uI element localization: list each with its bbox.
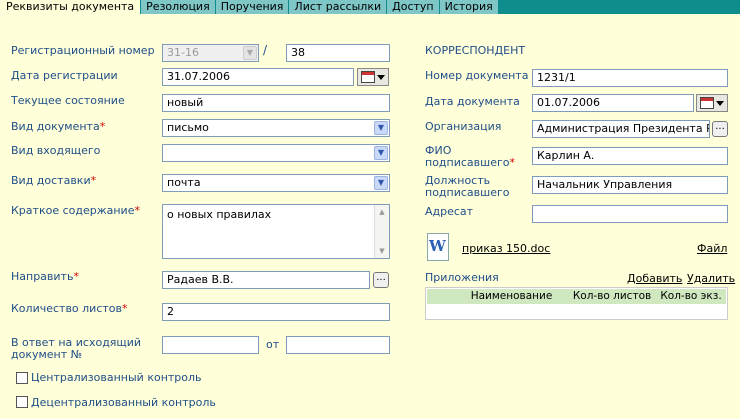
org-select-button[interactable]: ...	[712, 121, 728, 137]
reply-from-label: от	[266, 338, 280, 351]
doc-number-label: Номер документа	[425, 69, 529, 82]
tab-history[interactable]: История	[439, 0, 499, 14]
signer-label-text: подписавшего	[425, 156, 510, 169]
add-attachment-link[interactable]: Добавить	[627, 272, 682, 285]
reg-number-label: Регистрационный номер	[11, 44, 155, 57]
direct-input[interactable]: Радаев В.В.	[162, 271, 370, 289]
doc-type-label-text: Вид документа	[11, 120, 100, 133]
scroll-down-icon[interactable]: ▼	[376, 245, 388, 257]
chevron-down-icon: ▼	[243, 46, 257, 60]
attached-file-link[interactable]: приказ 150.doc	[462, 242, 550, 255]
required-mark: *	[90, 174, 97, 187]
central-control-checkbox[interactable]	[16, 372, 28, 384]
calendar-icon	[361, 71, 375, 83]
signer-input[interactable]: Карлин А.	[532, 147, 728, 165]
reply-number-input[interactable]	[162, 336, 259, 354]
required-mark: *	[73, 270, 79, 283]
delivery-label: Вид доставки*	[11, 175, 96, 187]
chevron-down-icon	[377, 74, 385, 80]
required-mark: *	[509, 156, 515, 169]
chevron-down-icon[interactable]: ▼	[374, 121, 388, 135]
required-mark: *	[134, 204, 140, 217]
reply-date-input[interactable]	[286, 336, 390, 354]
grid-select-column	[427, 289, 455, 304]
tab-resolution[interactable]: Резолюция	[141, 0, 216, 14]
org-input[interactable]: Администрация Президента Р	[532, 120, 710, 138]
addressee-input[interactable]	[532, 205, 728, 223]
position-input[interactable]: Начальник Управления	[532, 176, 728, 194]
attachments-grid: Наименование Кол-во листов Кол-во экз.	[425, 287, 728, 320]
org-label: Организация	[425, 120, 502, 133]
calendar-icon	[700, 97, 714, 109]
grid-column-name[interactable]: Наименование	[455, 289, 568, 304]
reg-number-prefix-select: 31-16 ▼	[162, 44, 259, 62]
required-mark: *	[122, 302, 128, 315]
sheets-label-text: Количество листов	[11, 302, 122, 315]
doc-date-calendar-button[interactable]	[696, 94, 728, 112]
delivery-select[interactable]: почта ▼	[162, 174, 390, 192]
tab-bar: Реквизиты документа Резолюция Поручения …	[0, 0, 740, 14]
doc-date-label: Дата документа	[425, 95, 520, 108]
reg-date-input[interactable]: 31.07.2006	[162, 68, 354, 86]
summary-scrollbar[interactable]: ▲ ▼	[374, 205, 389, 258]
decentral-control-checkbox[interactable]	[16, 396, 28, 408]
status-input: новый	[162, 94, 390, 112]
summary-value: о новых правилах	[167, 208, 272, 221]
tab-access[interactable]: Доступ	[387, 0, 440, 14]
incoming-type-select[interactable]: ▼	[162, 144, 390, 162]
doc-type-value: письмо	[167, 121, 209, 134]
addressee-label: Адресат	[425, 205, 474, 218]
chevron-down-icon[interactable]: ▼	[374, 176, 388, 190]
status-label: Текущее состояние	[11, 94, 125, 107]
reply-label-line-2: документ №	[11, 348, 83, 361]
word-document-icon[interactable]: W	[427, 233, 449, 261]
direct-select-button[interactable]: ...	[373, 272, 389, 288]
tab-mailing-list[interactable]: Лист рассылки	[289, 0, 388, 14]
central-control-label: Централизованный контроль	[31, 371, 202, 384]
correspondent-title: КОРРЕСПОНДЕНТ	[425, 44, 526, 57]
file-link[interactable]: Файл	[697, 242, 727, 255]
chevron-down-icon[interactable]: ▼	[374, 146, 388, 160]
summary-label: Краткое содержание*	[11, 205, 140, 217]
doc-type-label: Вид документа*	[11, 121, 105, 133]
summary-textarea[interactable]: о новых правилах ▲ ▼	[162, 204, 390, 259]
direct-label-text: Направить	[11, 270, 74, 283]
chevron-down-icon	[716, 100, 724, 106]
delete-attachment-link[interactable]: Удалить	[687, 272, 735, 285]
grid-column-sheets[interactable]: Кол-во листов	[568, 289, 656, 304]
scroll-up-icon[interactable]: ▲	[376, 206, 388, 218]
direct-label: Направить*	[11, 271, 79, 283]
delivery-value: почта	[167, 176, 201, 189]
doc-date-input[interactable]: 01.07.2006	[532, 94, 694, 112]
decentral-control-label: Децентрализованный контроль	[31, 396, 216, 409]
doc-number-input[interactable]: 1231/1	[532, 69, 728, 87]
incoming-type-label: Вид входящего	[11, 144, 101, 157]
tab-requisites[interactable]: Реквизиты документа	[0, 0, 142, 14]
reg-date-calendar-button[interactable]	[357, 68, 389, 86]
doc-type-select[interactable]: письмо ▼	[162, 119, 390, 137]
sheets-input[interactable]: 2	[162, 303, 390, 321]
reg-number-separator: /	[263, 43, 268, 57]
reg-number-prefix-value: 31-16	[167, 46, 199, 59]
position-label-line-2: подписавшего	[425, 186, 510, 199]
summary-label-text: Краткое содержание	[11, 204, 135, 217]
grid-column-copies[interactable]: Кол-во экз.	[656, 289, 726, 304]
attachments-label: Приложения	[425, 271, 499, 284]
reg-date-label: Дата регистрации	[11, 69, 118, 82]
attachments-grid-header: Наименование Кол-во листов Кол-во экз.	[427, 289, 726, 304]
reg-number-input[interactable]: 38	[286, 44, 390, 62]
delivery-label-text: Вид доставки	[11, 174, 91, 187]
required-mark: *	[99, 120, 106, 133]
sheets-label: Количество листов*	[11, 303, 128, 315]
signer-label-line-2: подписавшего*	[425, 157, 515, 169]
tab-assignments[interactable]: Поручения	[215, 0, 290, 14]
